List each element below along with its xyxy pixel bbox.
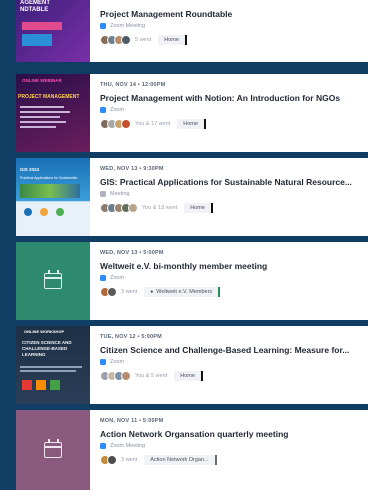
people-icon [100, 191, 106, 197]
zoom-icon [100, 443, 106, 449]
group-tag[interactable]: Home [158, 35, 187, 45]
event-details: WED, NOV 13 • 9:30PM GIS: Practical Appl… [90, 158, 368, 236]
event-date: THU, NOV 14 • 12:00PM [100, 82, 166, 88]
event-date: WED, NOV 13 • 5:00PM [100, 250, 164, 256]
avatar [128, 203, 138, 213]
zoom-icon [100, 23, 106, 29]
avatar [121, 371, 131, 381]
event-location: Zoom [100, 359, 368, 365]
zoom-icon [100, 107, 106, 113]
attendee-count: 5 went [135, 37, 152, 43]
event-thumbnail[interactable]: AGEMENT NDTABLE [16, 0, 90, 62]
event-title[interactable]: Project Management with Notion: An Intro… [100, 93, 362, 103]
attendee-avatars[interactable] [100, 203, 138, 213]
event-card[interactable]: ONLINE WEBINAR PROJECT MANAGEMENT THU, N… [16, 74, 368, 152]
event-location: Zoom [100, 275, 368, 281]
event-details: THU, NOV 14 • 12:00PM Project Management… [90, 74, 368, 152]
pin-icon: ● [150, 289, 154, 295]
event-details: MON, NOV 11 • 5:00PM Action Network Orga… [90, 410, 368, 490]
event-details: Project Management Roundtable Zoom Meeti… [90, 0, 368, 62]
group-tag[interactable]: Home [174, 371, 203, 381]
event-meta: 3 went Action Network Organ... [100, 454, 368, 466]
avatar [107, 287, 117, 297]
attendee-avatars[interactable] [100, 119, 131, 129]
attendee-avatars[interactable] [100, 287, 117, 297]
event-date: MON, NOV 11 • 5:00PM [100, 418, 164, 424]
thumbnail-title: CITIZEN SCIENCE AND CHALLENGE-BASED LEARNI… [22, 340, 72, 357]
attendee-count: You & 5 went [135, 373, 168, 379]
event-thumbnail[interactable]: ONLINE WEBINAR PROJECT MANAGEMENT [16, 74, 90, 152]
attendee-count: You & 13 went [142, 205, 178, 211]
event-date: WED, NOV 13 • 9:30PM [100, 166, 164, 172]
attendee-avatars[interactable] [100, 35, 131, 45]
attendee-count: You & 17 went [135, 121, 171, 127]
group-tag[interactable]: ● Weltweit e.V. Members [144, 287, 221, 297]
event-card[interactable]: AGEMENT NDTABLE Project Management Roundt… [16, 0, 368, 62]
thumbnail-title: GIS 2024 [20, 167, 40, 172]
event-list: AGEMENT NDTABLE Project Management Roundt… [16, 0, 368, 490]
event-location: Meeting [100, 191, 368, 197]
event-title[interactable]: Citizen Science and Challenge-Based Lear… [100, 345, 362, 355]
event-meta: 3 went ● Weltweit e.V. Members [100, 286, 368, 298]
event-location: Zoom Meeting [100, 23, 368, 29]
attendee-avatars[interactable] [100, 455, 117, 465]
event-thumbnail[interactable]: ONLINE WORKSHOP CITIZEN SCIENCE AND CHALL… [16, 326, 90, 404]
event-details: WED, NOV 13 • 5:00PM Weltweit e.V. bi-mo… [90, 242, 368, 320]
event-card[interactable]: GIS 2024 Practical Applications for Sust… [16, 158, 368, 236]
event-thumbnail[interactable] [16, 410, 90, 490]
event-title[interactable]: Action Network Organsation quarterly mee… [100, 429, 362, 439]
event-meta: 5 went Home [100, 34, 368, 46]
event-title[interactable]: GIS: Practical Applications for Sustaina… [100, 177, 362, 187]
avatar [121, 119, 131, 129]
thumbnail-title: PROJECT MANAGEMENT [18, 94, 80, 100]
zoom-icon [100, 275, 106, 281]
attendee-count: 3 went [121, 289, 138, 295]
avatar [121, 35, 131, 45]
event-meta: You & 17 went Home [100, 118, 368, 130]
event-location: Zoom Meeting [100, 443, 368, 449]
group-tag[interactable]: Home [177, 119, 206, 129]
event-thumbnail[interactable]: GIS 2024 Practical Applications for Sust… [16, 158, 90, 236]
attendee-count: 3 went [121, 457, 138, 463]
attendee-avatars[interactable] [100, 371, 131, 381]
event-thumbnail[interactable] [16, 242, 90, 320]
group-tag[interactable]: Action Network Organ... [144, 455, 217, 465]
thumbnail-title: AGEMENT NDTABLE [20, 0, 50, 13]
event-location: Zoom [100, 107, 368, 113]
event-meta: You & 5 went Home [100, 370, 368, 382]
event-card[interactable]: WED, NOV 13 • 5:00PM Weltweit e.V. bi-mo… [16, 242, 368, 320]
event-meta: You & 13 went Home [100, 202, 368, 214]
calendar-icon [44, 270, 62, 289]
event-date: TUE, NOV 12 • 5:00PM [100, 334, 162, 340]
calendar-icon [44, 439, 62, 458]
event-title[interactable]: Weltweit e.V. bi-monthly member meeting [100, 261, 362, 271]
event-card[interactable]: ONLINE WORKSHOP CITIZEN SCIENCE AND CHALL… [16, 326, 368, 404]
group-tag[interactable]: Home [184, 203, 213, 213]
event-details: TUE, NOV 12 • 5:00PM Citizen Science and… [90, 326, 368, 404]
event-title[interactable]: Project Management Roundtable [100, 9, 362, 19]
event-card[interactable]: MON, NOV 11 • 5:00PM Action Network Orga… [16, 410, 368, 490]
avatar [107, 455, 117, 465]
zoom-icon [100, 359, 106, 365]
